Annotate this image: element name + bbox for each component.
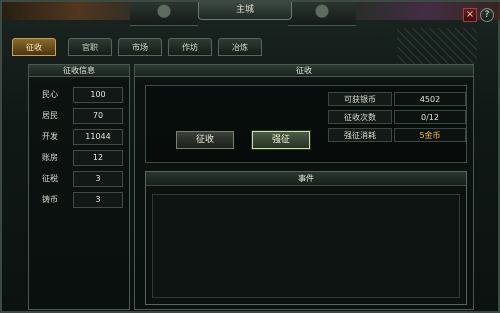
info-row-silver: 可获银币 4502 — [328, 92, 466, 106]
stat-label: 征税 — [42, 174, 58, 183]
stat-value: 12 — [73, 150, 123, 166]
help-button[interactable]: ? — [480, 8, 494, 22]
tab-bar: 征收 官职 市场 作坊 冶炼 — [12, 38, 268, 56]
right-ornament — [288, 2, 356, 26]
info-value: 5金币 — [394, 128, 466, 142]
tab-market[interactable]: 市场 — [118, 38, 162, 56]
stat-value: 70 — [73, 108, 123, 124]
stat-row-accountant: 账房 12 — [35, 150, 123, 166]
info-label: 征收次数 — [328, 110, 392, 124]
collect-button[interactable]: 征收 — [176, 131, 234, 149]
info-value: 0/12 — [394, 110, 466, 124]
city-window: 主城 × ? 征收 官职 市场 作坊 冶炼 征收信息 民心 100 居民 70 … — [0, 0, 500, 313]
collect-info-panel: 征收信息 民心 100 居民 70 开发 11044 账房 12 征税 3 铸币… — [28, 64, 130, 310]
stat-label: 账房 — [42, 153, 58, 162]
stat-row-morale: 民心 100 — [35, 87, 123, 103]
stat-label: 铸币 — [42, 195, 58, 204]
stat-label: 居民 — [42, 111, 58, 120]
collect-info-title: 征收信息 — [29, 65, 129, 77]
info-label: 强征消耗 — [328, 128, 392, 142]
collect-panel-title: 征收 — [135, 65, 473, 77]
info-value: 4502 — [394, 92, 466, 106]
tab-workshop[interactable]: 作坊 — [168, 38, 212, 56]
tab-smelting[interactable]: 冶炼 — [218, 38, 262, 56]
stat-label: 民心 — [42, 90, 58, 99]
stat-row-tax: 征税 3 — [35, 171, 123, 187]
events-title: 事件 — [146, 172, 466, 186]
stat-row-development: 开发 11044 — [35, 129, 123, 145]
left-ornament — [130, 2, 198, 26]
stat-value: 3 — [73, 171, 123, 187]
events-box: 事件 — [145, 171, 467, 305]
force-collect-button[interactable]: 强征 — [252, 131, 310, 149]
events-log[interactable] — [152, 194, 460, 298]
stat-label: 开发 — [42, 132, 58, 141]
close-button[interactable]: × — [463, 8, 477, 22]
decorative-scrollwork — [397, 28, 477, 64]
collect-action-box: 征收 强征 可获银币 4502 征收次数 0/12 强征消耗 5金币 — [145, 85, 467, 163]
stat-row-residents: 居民 70 — [35, 108, 123, 124]
tab-collect[interactable]: 征收 — [12, 38, 56, 56]
tab-official[interactable]: 官职 — [68, 38, 112, 56]
info-label: 可获银币 — [328, 92, 392, 106]
window-title: 主城 — [198, 2, 292, 20]
info-row-cost: 强征消耗 5金币 — [328, 128, 466, 142]
stat-value: 100 — [73, 87, 123, 103]
collect-panel: 征收 征收 强征 可获银币 4502 征收次数 0/12 强征消耗 5金币 事件 — [134, 64, 474, 310]
info-row-count: 征收次数 0/12 — [328, 110, 466, 124]
stat-value: 11044 — [73, 129, 123, 145]
stat-value: 3 — [73, 192, 123, 208]
stat-row-minting: 铸币 3 — [35, 192, 123, 208]
